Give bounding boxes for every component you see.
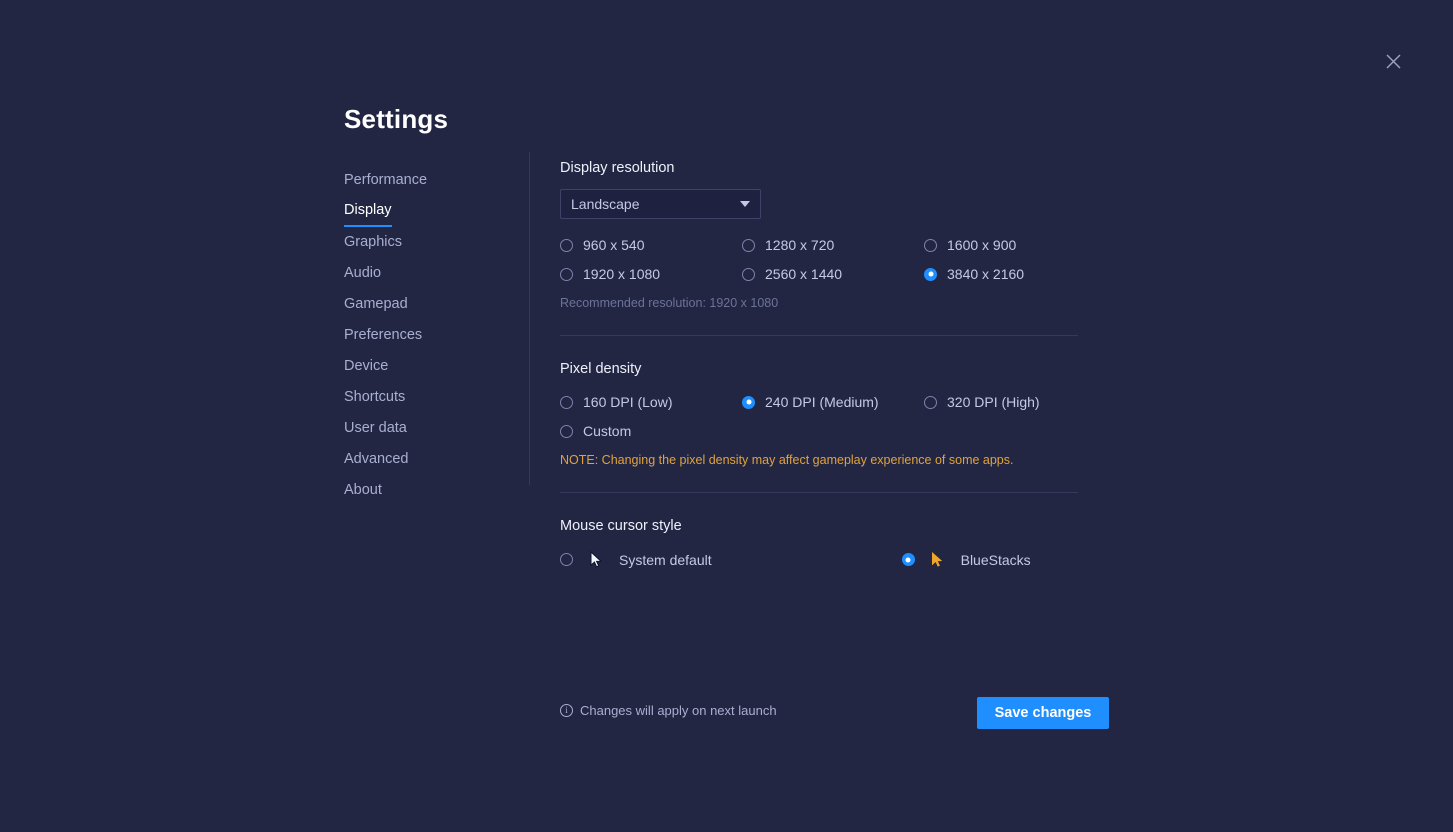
radio-system-default-cursor[interactable] bbox=[560, 553, 573, 566]
pixel-density-options: 160 DPI (Low) 240 DPI (Medium) 320 DPI (… bbox=[560, 390, 1080, 443]
resolution-option-1280x720[interactable]: 1280 x 720 bbox=[742, 233, 924, 257]
resolution-label-2560x1440: 2560 x 1440 bbox=[765, 266, 843, 282]
mouse-cursor-style-title: Mouse cursor style bbox=[560, 518, 682, 534]
cursor-arrow-orange-icon bbox=[927, 551, 949, 568]
radio-960x540[interactable] bbox=[560, 238, 573, 252]
settings-window: Settings Performance Display Graphics Au… bbox=[0, 0, 1453, 832]
pixel-density-note: NOTE: Changing the pixel density may aff… bbox=[560, 453, 1014, 467]
pixel-density-section: Pixel density 160 DPI (Low) 240 DPI (Med… bbox=[560, 361, 1080, 467]
radio-1280x720[interactable] bbox=[742, 238, 755, 252]
radio-2560x1440[interactable] bbox=[742, 267, 755, 281]
dpi-label-160: 160 DPI (Low) bbox=[583, 394, 673, 410]
resolution-option-3840x2160[interactable]: 3840 x 2160 bbox=[924, 262, 1106, 286]
footer-note-text: Changes will apply on next launch bbox=[580, 703, 777, 718]
close-icon[interactable] bbox=[1379, 47, 1407, 75]
page-title: Settings bbox=[344, 104, 449, 134]
dpi-label-320: 320 DPI (High) bbox=[947, 394, 1040, 410]
resolution-label-1920x1080: 1920 x 1080 bbox=[583, 266, 661, 282]
dpi-label-240: 240 DPI (Medium) bbox=[765, 394, 879, 410]
resolution-option-2560x1440[interactable]: 2560 x 1440 bbox=[742, 262, 924, 286]
resolution-option-1920x1080[interactable]: 1920 x 1080 bbox=[560, 262, 742, 286]
dpi-option-custom[interactable]: Custom bbox=[560, 419, 742, 443]
display-resolution-section: Display resolution Landscape 960 x 540 1… bbox=[560, 160, 1080, 310]
resolution-option-960x540[interactable]: 960 x 540 bbox=[560, 233, 742, 257]
dpi-option-320[interactable]: 320 DPI (High) bbox=[924, 390, 1106, 414]
sidebar-item-about[interactable]: About bbox=[344, 475, 382, 506]
settings-content: Display resolution Landscape 960 x 540 1… bbox=[560, 160, 1080, 568]
section-divider-1 bbox=[560, 335, 1078, 336]
sidebar-item-device[interactable]: Device bbox=[344, 351, 388, 382]
cursor-label-bluestacks: BlueStacks bbox=[960, 551, 1031, 568]
radio-1600x900[interactable] bbox=[924, 238, 937, 252]
save-changes-button[interactable]: Save changes bbox=[977, 697, 1109, 729]
radio-1920x1080[interactable] bbox=[560, 267, 573, 281]
orientation-select-value: Landscape bbox=[571, 196, 640, 212]
resolution-options: 960 x 540 1280 x 720 1600 x 900 1920 x 1… bbox=[560, 233, 1080, 286]
radio-bluestacks-cursor[interactable] bbox=[901, 553, 915, 566]
radio-240-dpi[interactable] bbox=[742, 395, 755, 409]
info-icon: i bbox=[560, 704, 573, 717]
sidebar-item-preferences[interactable]: Preferences bbox=[344, 320, 422, 351]
resolution-option-1600x900[interactable]: 1600 x 900 bbox=[924, 233, 1106, 257]
sidebar-item-display[interactable]: Display bbox=[344, 196, 392, 227]
radio-320-dpi[interactable] bbox=[924, 395, 937, 409]
resolution-label-1600x900: 1600 x 900 bbox=[947, 237, 1017, 253]
mouse-cursor-options: System default BlueStacks bbox=[560, 551, 1080, 568]
sidebar-item-gamepad[interactable]: Gamepad bbox=[344, 289, 408, 320]
sidebar-item-graphics[interactable]: Graphics bbox=[344, 227, 402, 258]
sidebar-item-advanced[interactable]: Advanced bbox=[344, 444, 409, 475]
resolution-label-960x540: 960 x 540 bbox=[583, 237, 645, 253]
sidebar-item-audio[interactable]: Audio bbox=[344, 258, 381, 289]
footer-note: i Changes will apply on next launch bbox=[560, 703, 777, 718]
section-divider-2 bbox=[560, 492, 1078, 493]
sidebar-item-shortcuts[interactable]: Shortcuts bbox=[344, 382, 405, 413]
dpi-label-custom: Custom bbox=[583, 423, 632, 439]
cursor-option-bluestacks[interactable]: BlueStacks bbox=[901, 551, 1031, 568]
resolution-label-3840x2160: 3840 x 2160 bbox=[947, 266, 1025, 282]
sidebar-item-performance[interactable]: Performance bbox=[344, 165, 427, 196]
sidebar-item-user-data[interactable]: User data bbox=[344, 413, 407, 444]
recommended-resolution-hint: Recommended resolution: 1920 x 1080 bbox=[560, 296, 779, 310]
settings-sidebar: Performance Display Graphics Audio Gamep… bbox=[344, 165, 514, 506]
pixel-density-title: Pixel density bbox=[560, 361, 642, 377]
cursor-label-system-default: System default bbox=[619, 551, 712, 568]
cursor-arrow-white-icon bbox=[585, 551, 607, 568]
resolution-label-1280x720: 1280 x 720 bbox=[765, 237, 835, 253]
sidebar-divider bbox=[529, 152, 530, 485]
chevron-down-icon bbox=[740, 201, 750, 207]
dpi-option-160[interactable]: 160 DPI (Low) bbox=[560, 390, 742, 414]
radio-custom-dpi[interactable] bbox=[560, 424, 573, 438]
radio-3840x2160[interactable] bbox=[924, 267, 937, 281]
orientation-select[interactable]: Landscape bbox=[560, 189, 761, 219]
display-resolution-title: Display resolution bbox=[560, 160, 675, 176]
dpi-option-240[interactable]: 240 DPI (Medium) bbox=[742, 390, 924, 414]
cursor-option-system-default[interactable]: System default bbox=[560, 551, 712, 568]
mouse-cursor-style-section: Mouse cursor style System default BlueSt… bbox=[560, 518, 1080, 568]
radio-160-dpi[interactable] bbox=[560, 395, 573, 409]
